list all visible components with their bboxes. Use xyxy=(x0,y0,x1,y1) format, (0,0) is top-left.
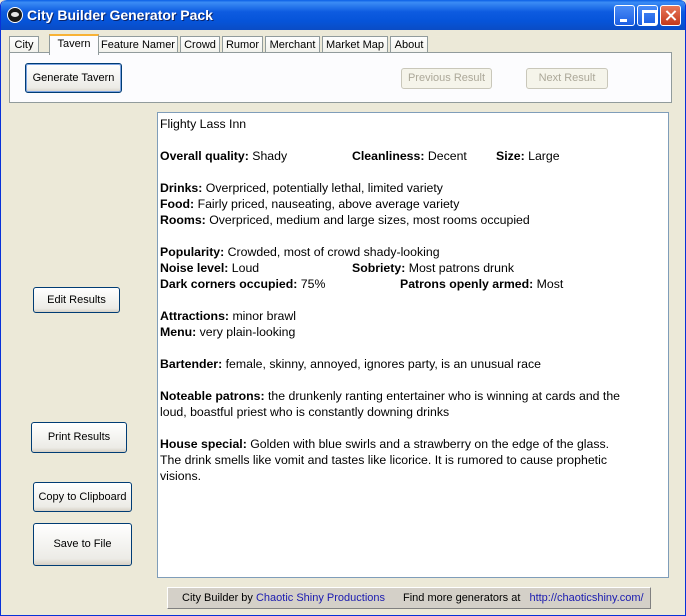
maximize-button[interactable] xyxy=(637,5,658,26)
drinks-label: Drinks: xyxy=(160,181,203,195)
copy-to-clipboard-label: Copy to Clipboard xyxy=(38,491,127,503)
previous-result-button[interactable]: Previous Result xyxy=(401,68,492,89)
previous-result-label: Previous Result xyxy=(407,72,486,84)
noise-row: Noise level: Loud Sobriety: Most patrons… xyxy=(160,260,666,276)
edit-results-button[interactable]: Edit Results xyxy=(33,287,120,313)
house-special-line3: visions. xyxy=(160,469,202,483)
attractions-value: minor brawl xyxy=(232,309,296,323)
menu-label: Menu: xyxy=(160,325,197,339)
title-bar[interactable]: City Builder Generator Pack xyxy=(1,0,685,30)
close-button[interactable] xyxy=(660,5,681,26)
quality-row: Overall quality: Shady Cleanliness: Dece… xyxy=(160,148,666,164)
edit-results-label: Edit Results xyxy=(47,294,106,306)
popularity-label: Popularity: xyxy=(160,245,225,259)
tab-tavern[interactable]: Tavern xyxy=(49,34,99,55)
rooms-label: Rooms: xyxy=(160,213,206,227)
bartender-value: female, skinny, annoyed, ignores party, … xyxy=(225,357,541,371)
attractions-label: Attractions: xyxy=(160,309,230,323)
footer-bar: City Builder by Chaotic Shiny Production… xyxy=(167,587,651,609)
cleanliness-value: Decent xyxy=(427,149,467,163)
bartender-row: Bartender: female, skinny, annoyed, igno… xyxy=(160,356,666,372)
noise-value: Loud xyxy=(231,261,260,275)
attractions-row: Attractions: minor brawl xyxy=(160,308,666,324)
armed-label: Patrons openly armed: xyxy=(400,277,534,291)
next-result-button[interactable]: Next Result xyxy=(526,68,608,89)
generate-tavern-button[interactable]: Generate Tavern xyxy=(25,63,122,93)
noise-label: Noise level: xyxy=(160,261,229,275)
sobriety-label: Sobriety: xyxy=(352,261,406,275)
size-label: Size: xyxy=(496,149,525,163)
size-value: Large xyxy=(528,149,560,163)
armed-value: Most xyxy=(536,277,564,291)
house-special-label: House special: xyxy=(160,437,247,451)
save-to-file-label: Save to File xyxy=(53,538,112,550)
rooms-row: Rooms: Overpriced, medium and large size… xyxy=(160,212,666,228)
quality-value: Shady xyxy=(252,149,288,163)
company-link[interactable]: Chaotic Shiny Productions xyxy=(256,592,385,604)
app-icon xyxy=(7,7,23,23)
drinks-row: Drinks: Overpriced, potentially lethal, … xyxy=(160,180,666,196)
save-to-file-button[interactable]: Save to File xyxy=(33,523,132,566)
rooms-value: Overpriced, medium and large sizes, most… xyxy=(209,213,530,227)
bartender-label: Bartender: xyxy=(160,357,223,371)
food-value: Fairly priced, nauseating, above average… xyxy=(197,197,460,211)
dark-corners-row: Dark corners occupied: 75% Patrons openl… xyxy=(160,276,666,292)
footer-more-text: Find more generators at xyxy=(403,592,521,604)
minimize-button[interactable] xyxy=(614,5,635,26)
tavern-name: Flighty Lass Inn xyxy=(160,117,247,131)
results-textbox[interactable]: Flighty Lass Inn Overall quality: Shady … xyxy=(157,112,669,578)
sobriety-value: Most patrons drunk xyxy=(408,261,514,275)
menu-value: very plain-looking xyxy=(199,325,296,339)
food-label: Food: xyxy=(160,197,195,211)
footer-prefix: City Builder by xyxy=(182,592,253,604)
dark-corners-value: 75% xyxy=(300,277,326,291)
app-window: City Builder Generator Pack City Tavern … xyxy=(0,0,686,616)
popularity-row: Popularity: Crowded, most of crowd shady… xyxy=(160,244,666,260)
window-title: City Builder Generator Pack xyxy=(27,7,213,23)
patrons-value-line2: loud, boastful priest who is constantly … xyxy=(160,405,450,419)
house-special-row: House special: Golden with blue swirls a… xyxy=(160,436,666,452)
house-special-line2: The drink smells like vomit and tastes l… xyxy=(160,453,607,467)
cleanliness-label: Cleanliness: xyxy=(352,149,425,163)
copy-to-clipboard-button[interactable]: Copy to Clipboard xyxy=(33,482,132,512)
print-results-label: Print Results xyxy=(47,431,111,443)
website-link[interactable]: http://chaoticshiny.com/ xyxy=(529,592,643,604)
drinks-value: Overpriced, potentially lethal, limited … xyxy=(205,181,443,195)
next-result-label: Next Result xyxy=(538,72,596,84)
menu-row: Menu: very plain-looking xyxy=(160,324,666,340)
house-special-line1: Golden with blue swirls and a strawberry… xyxy=(250,437,610,451)
food-row: Food: Fairly priced, nauseating, above a… xyxy=(160,196,666,212)
print-results-button[interactable]: Print Results xyxy=(31,422,127,453)
popularity-value: Crowded, most of crowd shady-looking xyxy=(227,245,440,259)
patrons-label: Noteable patrons: xyxy=(160,389,265,403)
quality-label: Overall quality: xyxy=(160,149,249,163)
patrons-value-line1: the drunkenly ranting entertainer who is… xyxy=(267,389,621,403)
dark-corners-label: Dark corners occupied: xyxy=(160,277,298,291)
patrons-row: Noteable patrons: the drunkenly ranting … xyxy=(160,388,666,404)
generate-tavern-label: Generate Tavern xyxy=(32,72,115,84)
